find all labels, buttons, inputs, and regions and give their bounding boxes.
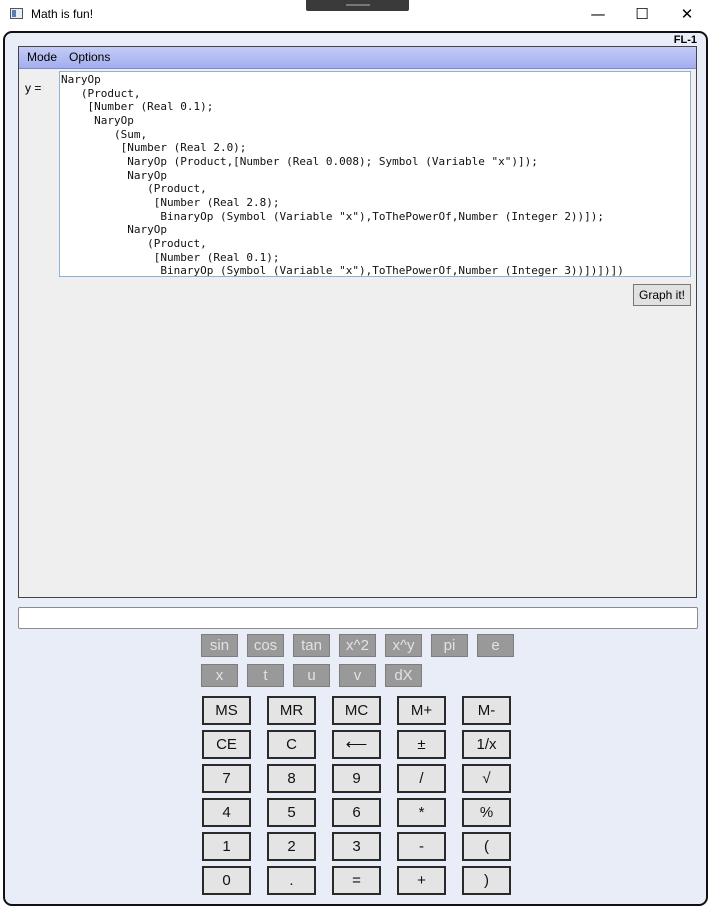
y-equals-label: y = (25, 81, 42, 95)
menu-bar: Mode Options (19, 47, 696, 69)
expression-line: NaryOp (61, 113, 134, 127)
key-memory-subtract-button[interactable]: M- (462, 696, 511, 725)
fn-button-cos[interactable]: cos (247, 634, 284, 657)
expression-text: NaryOp (Product, [Number (Real 0.1); Nar… (60, 72, 690, 277)
fn-button-sin[interactable]: sin (201, 634, 238, 657)
close-button[interactable]: ✕ (667, 3, 707, 25)
expression-line: [Number (Real 2.0); (61, 141, 247, 155)
key-memory-recall-button[interactable]: MR (267, 696, 316, 725)
menu-options[interactable]: Options (69, 50, 110, 64)
key-digit-8-button[interactable]: 8 (267, 764, 316, 793)
graph-it-button[interactable]: Graph it! (633, 284, 691, 306)
key-negate-button[interactable]: ± (397, 730, 446, 759)
fn-button-var-x[interactable]: x (201, 664, 238, 687)
fn-button-dx[interactable]: dX (385, 664, 422, 687)
key-divide-button[interactable]: / (397, 764, 446, 793)
expression-line: (Product, (61, 86, 141, 100)
key-percent-button[interactable]: % (462, 798, 511, 827)
maximize-button[interactable]: ☐ (622, 3, 662, 25)
key-memory-add-button[interactable]: M+ (397, 696, 446, 725)
window-title: Math is fun! (31, 7, 94, 21)
expression-line: [Number (Real 0.1); (61, 250, 280, 264)
key-clear-button[interactable]: C (267, 730, 316, 759)
key-digit-5-button[interactable]: 5 (267, 798, 316, 827)
key-digit-6-button[interactable]: 6 (332, 798, 381, 827)
calculator-client-area: FL-1 Mode Options y = NaryOp (Product, [… (3, 31, 708, 906)
key-digit-1-button[interactable]: 1 (202, 832, 251, 861)
key-backspace-button[interactable]: ⟵ (332, 730, 381, 759)
expression-line: (Product, (61, 236, 207, 250)
key-digit-4-button[interactable]: 4 (202, 798, 251, 827)
expression-line: (Sum, (61, 127, 148, 141)
fn-button-var-u[interactable]: u (293, 664, 330, 687)
expression-line: NaryOp (61, 223, 167, 237)
expression-line: [Number (Real 2.8); (61, 195, 280, 209)
fn-button-square[interactable]: x^2 (339, 634, 376, 657)
key-close-paren-button[interactable]: ) (462, 866, 511, 895)
minimize-button[interactable]: — (578, 3, 618, 25)
expression-line: NaryOp (61, 73, 101, 86)
key-plus-button[interactable]: + (397, 866, 446, 895)
key-minus-button[interactable]: - (397, 832, 446, 861)
app-window-icon (10, 8, 23, 19)
expression-line: BinaryOp (Symbol (Variable "x"),ToThePow… (61, 209, 605, 223)
fn-button-var-v[interactable]: v (339, 664, 376, 687)
fn-button-pi[interactable]: pi (431, 634, 468, 657)
expression-line: BinaryOp (Symbol (Variable "x"),ToThePow… (61, 264, 624, 277)
key-digit-7-button[interactable]: 7 (202, 764, 251, 793)
fn-button-tan[interactable]: tan (293, 634, 330, 657)
expression-textbox[interactable]: NaryOp (Product, [Number (Real 0.1); Nar… (59, 71, 691, 277)
key-decimal-button[interactable]: . (267, 866, 316, 895)
expression-line: NaryOp (61, 168, 167, 182)
expression-line: [Number (Real 0.1); (61, 100, 214, 114)
key-digit-2-button[interactable]: 2 (267, 832, 316, 861)
key-memory-store-button[interactable]: MS (202, 696, 251, 725)
key-open-paren-button[interactable]: ( (462, 832, 511, 861)
fn-button-var-t[interactable]: t (247, 664, 284, 687)
key-sqrt-button[interactable]: √ (462, 764, 511, 793)
fn-button-e[interactable]: e (477, 634, 514, 657)
key-digit-9-button[interactable]: 9 (332, 764, 381, 793)
title-bar: Math is fun! — ☐ ✕ (0, 0, 711, 29)
expression-line: (Product, (61, 182, 207, 196)
key-memory-clear-button[interactable]: MC (332, 696, 381, 725)
calculator-display-input[interactable] (18, 607, 698, 629)
menu-mode[interactable]: Mode (27, 50, 57, 64)
fn-button-power[interactable]: x^y (385, 634, 422, 657)
expression-line: NaryOp (Product,[Number (Real 0.008); Sy… (61, 154, 538, 168)
fl-badge: FL-1 (673, 34, 697, 46)
key-reciprocal-button[interactable]: 1/x (462, 730, 511, 759)
key-clear-entry-button[interactable]: CE (202, 730, 251, 759)
key-digit-3-button[interactable]: 3 (332, 832, 381, 861)
drag-handle[interactable] (306, 0, 409, 11)
key-equals-button[interactable]: = (332, 866, 381, 895)
graph-panel: Mode Options y = NaryOp (Product, [Numbe… (18, 46, 697, 598)
key-digit-0-button[interactable]: 0 (202, 866, 251, 895)
key-multiply-button[interactable]: * (397, 798, 446, 827)
